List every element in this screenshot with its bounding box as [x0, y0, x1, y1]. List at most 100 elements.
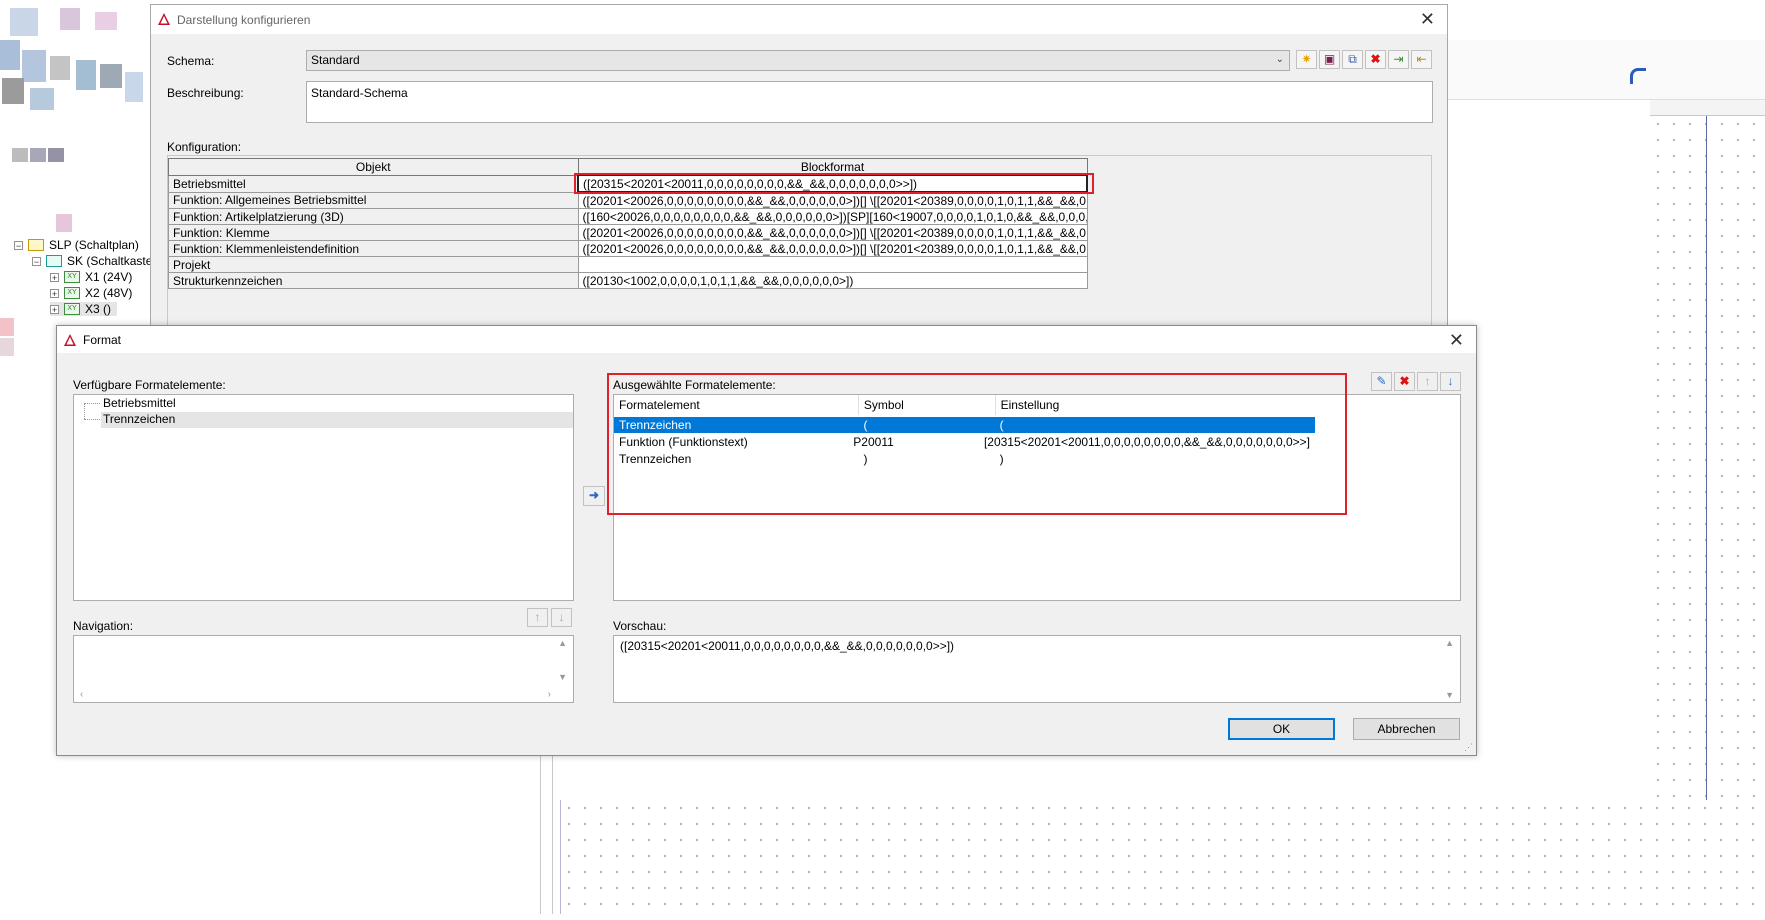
config-dialog-titlebar[interactable]: Darstellung konfigurieren ✕ [151, 5, 1447, 34]
available-item-trennzeichen[interactable]: Trennzeichen [101, 412, 573, 428]
folder-icon [28, 239, 44, 251]
table-row[interactable]: Funktion: Artikelplatzierung (3D) ([160<… [168, 208, 1088, 225]
import-icon[interactable]: ⇥ [1388, 50, 1409, 69]
objekt-cell: Funktion: Klemme [168, 224, 579, 241]
objekt-cell: Funktion: Artikelplatzierung (3D) [168, 208, 579, 225]
tree-node-sk[interactable]: − SK (Schaltkasten) [32, 254, 163, 268]
format-dialog-titlebar[interactable]: Format ✕ [57, 326, 1476, 353]
background-toolbar [1448, 40, 1765, 100]
terminal-strip-icon: XY [64, 287, 80, 299]
objekt-cell: Strukturkennzeichen [168, 272, 579, 289]
scroll-right-icon[interactable]: › [548, 689, 551, 700]
cancel-button[interactable]: Abbrechen [1353, 718, 1460, 740]
scroll-down-icon[interactable]: ▼ [1445, 690, 1454, 700]
navigation-field[interactable]: ▲ ▼ ‹ › [73, 635, 574, 703]
schema-value: Standard [311, 53, 360, 67]
beschreibung-label: Beschreibung: [167, 86, 244, 100]
ok-button[interactable]: OK [1228, 718, 1335, 740]
preview-label: Vorschau: [613, 619, 667, 633]
move-up-icon[interactable]: ↑ [1417, 372, 1438, 391]
format-dialog-title: Format [83, 332, 122, 347]
tree-node-label: X2 (48V) [85, 286, 133, 300]
scroll-up-icon[interactable]: ▲ [1445, 638, 1454, 648]
app-warning-icon [158, 13, 170, 25]
resize-grip-icon[interactable]: ⋰ [1464, 742, 1473, 753]
konfiguration-label: Konfiguration: [167, 140, 242, 154]
highlight-box [574, 173, 1094, 194]
blockformat-cell[interactable] [577, 256, 1088, 273]
move-down-icon[interactable]: ↓ [1440, 372, 1461, 391]
cabinet-icon [46, 255, 62, 267]
schema-select[interactable]: Standard ⌄ [306, 50, 1290, 71]
collapse-toggle-icon[interactable]: − [32, 256, 41, 266]
blockformat-cell[interactable]: ([20201<20026,0,0,0,0,0,0,0,0,&&_&&,0,0,… [577, 191, 1088, 209]
copy-icon[interactable]: ⧉ [1342, 50, 1363, 69]
nav-down-icon[interactable]: ↓ [551, 608, 572, 627]
close-icon[interactable]: ✕ [1420, 9, 1435, 29]
table-row[interactable]: Strukturkennzeichen ([20130<1002,0,0,0,0… [168, 272, 1088, 289]
expand-toggle-icon[interactable]: + [50, 272, 59, 282]
canvas-border-line [540, 756, 541, 914]
close-icon[interactable]: ✕ [1449, 330, 1464, 350]
drawing-canvas-right[interactable] [1650, 100, 1765, 920]
nav-up-icon[interactable]: ↑ [527, 608, 548, 627]
app-warning-icon [64, 334, 76, 346]
delete-icon[interactable]: ✖ [1394, 372, 1415, 391]
blockformat-cell[interactable]: ([160<20026,0,0,0,0,0,0,0,0,&&_&&,0,0,0,… [577, 208, 1088, 225]
tree-line [84, 419, 100, 420]
table-row[interactable]: Funktion: Klemmenleistendefinition ([202… [168, 240, 1088, 257]
format-dialog: Format ✕ Verfügbare Formatelemente: Betr… [56, 325, 1477, 756]
schema-label: Schema: [167, 54, 215, 68]
tree-node-slp[interactable]: − SLP (Schaltplan) [14, 238, 139, 252]
table-row[interactable]: Funktion: Allgemeines Betriebsmittel ([2… [168, 191, 1088, 209]
beschreibung-field[interactable]: Standard-Schema [306, 81, 1433, 123]
navigation-label: Navigation: [73, 619, 134, 633]
collapse-toggle-icon[interactable]: − [14, 240, 23, 250]
edit-pencil-icon[interactable]: ✎ [1371, 372, 1392, 391]
drawing-canvas-bottom[interactable] [560, 800, 1765, 914]
tree-node-label: SK (Schaltkasten) [67, 254, 164, 268]
canvas-ruler [1650, 100, 1765, 116]
blockformat-cell[interactable]: ([20201<20026,0,0,0,0,0,0,0,0,&&_&&,0,0,… [577, 240, 1088, 257]
available-item-betriebsmittel[interactable]: Betriebsmittel [103, 396, 176, 410]
column-header-objekt[interactable]: Objekt [168, 158, 579, 176]
scroll-left-icon[interactable]: ‹ [80, 689, 83, 700]
blockformat-cell[interactable]: ([20201<20026,0,0,0,0,0,0,0,0,&&_&&,0,0,… [577, 224, 1088, 241]
tree-node-label: X1 (24V) [85, 270, 133, 284]
blockformat-cell[interactable]: ([20130<1002,0,0,0,0,1,0,1,1,&&_&&,0,0,0… [577, 272, 1088, 289]
terminal-strip-icon: XY [64, 271, 80, 283]
expand-toggle-icon[interactable]: + [50, 304, 59, 314]
tree-node-label: X3 () [85, 302, 112, 316]
objekt-cell: Funktion: Klemmenleistendefinition [168, 240, 579, 257]
table-row[interactable]: Funktion: Klemme ([20201<20026,0,0,0,0,0… [168, 224, 1088, 241]
terminal-strip-icon: XY [64, 303, 80, 315]
redacted-area [0, 0, 150, 235]
tree-line [84, 403, 86, 419]
canvas-border-line [552, 756, 553, 914]
new-icon[interactable]: ✷ [1296, 50, 1317, 69]
scroll-up-icon[interactable]: ▲ [558, 638, 567, 648]
objekt-cell: Funktion: Allgemeines Betriebsmittel [168, 191, 579, 209]
canvas-frame-line [1706, 116, 1707, 914]
delete-icon[interactable]: ✖ [1365, 50, 1386, 69]
objekt-cell: Projekt [168, 256, 579, 273]
tree-node-x3[interactable]: + XY X3 () [50, 302, 118, 316]
tree-node-x1[interactable]: + XY X1 (24V) [50, 270, 132, 284]
tree-node-x2[interactable]: + XY X2 (48V) [50, 286, 132, 300]
objekt-cell: Betriebsmittel [168, 174, 579, 193]
arc-tool-icon[interactable] [1630, 68, 1646, 84]
tree-node-label: SLP (Schaltplan) [49, 238, 139, 252]
scroll-down-icon[interactable]: ▼ [558, 672, 567, 682]
export-icon[interactable]: ⇤ [1411, 50, 1432, 69]
available-elements-label: Verfügbare Formatelemente: [73, 378, 226, 392]
config-dialog: Darstellung konfigurieren ✕ Schema: Stan… [150, 4, 1448, 334]
config-dialog-title: Darstellung konfigurieren [177, 12, 311, 27]
highlight-box [607, 373, 1347, 515]
chevron-down-icon: ⌄ [1275, 54, 1284, 65]
table-row[interactable]: Projekt [168, 256, 1088, 273]
available-elements-tree: Betriebsmittel Trennzeichen [73, 394, 574, 601]
expand-toggle-icon[interactable]: + [50, 288, 59, 298]
save-icon[interactable]: ▣ [1319, 50, 1340, 69]
preview-field: ([20315<20201<20011,0,0,0,0,0,0,0,0,&&_&… [613, 635, 1461, 703]
add-arrow-icon[interactable]: ➜ [583, 486, 605, 506]
